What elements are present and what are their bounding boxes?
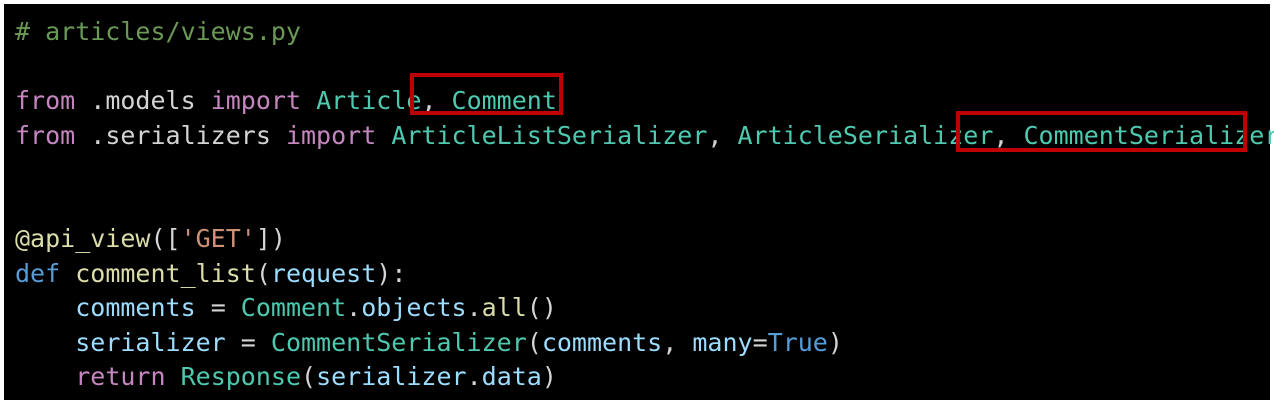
code-token: request <box>270 258 377 288</box>
code-token: Comment <box>240 293 347 322</box>
code-token: all <box>481 293 527 322</box>
code-token: @api_view <box>15 224 151 253</box>
code-line: def comment_list(request): <box>15 257 1270 292</box>
code-token: Response <box>180 362 302 391</box>
code-token: comments <box>75 293 196 322</box>
code-token: CommentSerializer <box>1023 120 1274 150</box>
code-token: 'GET' <box>180 224 256 253</box>
code-token: , <box>421 86 452 115</box>
code-token: , <box>707 120 738 150</box>
code-line: serializer = CommentSerializer(comments,… <box>15 326 1270 361</box>
code-token: data <box>481 362 542 391</box>
code-line: comments = Comment.objects.all() <box>15 291 1270 326</box>
code-token: serializer <box>75 327 226 357</box>
code-token: Comment <box>451 86 557 115</box>
code-token: many <box>692 327 753 357</box>
code-token: import <box>285 120 377 150</box>
code-token: , <box>662 327 693 357</box>
code-token: objects <box>361 293 467 322</box>
code-token: . <box>346 293 362 322</box>
code-token: comment_list <box>75 258 256 288</box>
code-token: ) <box>541 362 557 391</box>
code-token: Article <box>316 86 422 115</box>
code-token: ): <box>376 258 407 288</box>
code-line: @api_view(['GET']) <box>15 222 1270 257</box>
code-token: ( <box>526 327 542 357</box>
code-token: def <box>15 258 61 288</box>
code-editor: # articles/views.py from .models import … <box>4 4 1274 400</box>
code-token: .models <box>75 86 211 115</box>
code-token: . <box>466 362 482 391</box>
code-token: ([ <box>150 224 181 253</box>
code-token: , <box>993 120 1024 150</box>
code-token: ArticleSerializer <box>737 120 994 150</box>
code-line: from .serializers import ArticleListSeri… <box>15 119 1274 154</box>
code-token: = <box>752 327 768 357</box>
code-block: # articles/views.py from .models import … <box>15 15 1274 395</box>
code-token: ]) <box>255 224 286 253</box>
code-token: ArticleListSerializer <box>391 120 708 150</box>
code-token: serializer <box>316 362 467 391</box>
code-token: from <box>15 120 76 150</box>
code-token: = <box>195 293 241 322</box>
code-token: .serializers <box>75 120 286 150</box>
code-token: . <box>466 293 482 322</box>
code-token: return <box>75 362 166 391</box>
code-token: import <box>210 86 301 115</box>
code-token: from <box>15 86 76 115</box>
code-line: # articles/views.py <box>15 15 1270 50</box>
code-line: from .models import Article, Comment <box>15 84 1270 119</box>
code-token: ( <box>301 362 317 391</box>
code-token: comments <box>541 327 663 357</box>
code-token: # articles/views.py <box>15 17 301 46</box>
code-token: = <box>225 327 271 357</box>
code-token: ) <box>827 327 843 357</box>
code-token: CommentSerializer <box>270 327 527 357</box>
code-token: () <box>526 293 557 322</box>
code-line: return Response(serializer.data) <box>15 360 1270 395</box>
code-token: True <box>767 327 828 357</box>
code-token: ( <box>255 258 271 288</box>
